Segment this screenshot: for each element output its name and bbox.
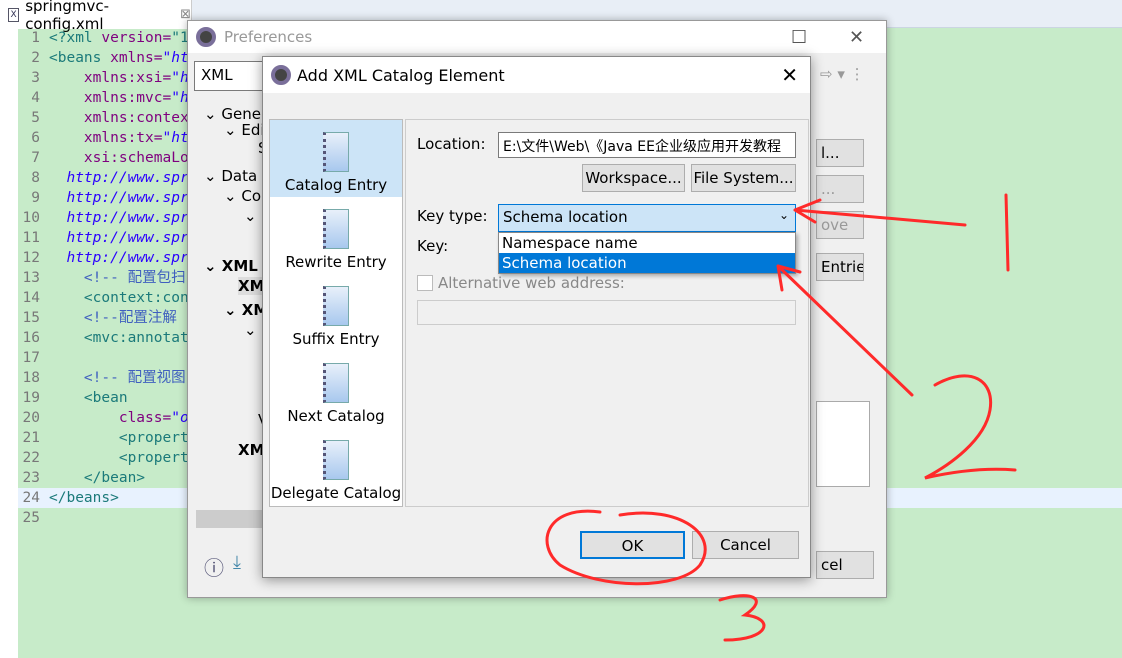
ok-circle: [545, 509, 707, 586]
number-2: [924, 374, 1017, 480]
red-annotations: [545, 193, 1017, 642]
number-1: [1004, 193, 1010, 272]
number-3: [718, 594, 766, 642]
arrow-2: [776, 264, 914, 397]
arrow-1: [793, 198, 967, 227]
